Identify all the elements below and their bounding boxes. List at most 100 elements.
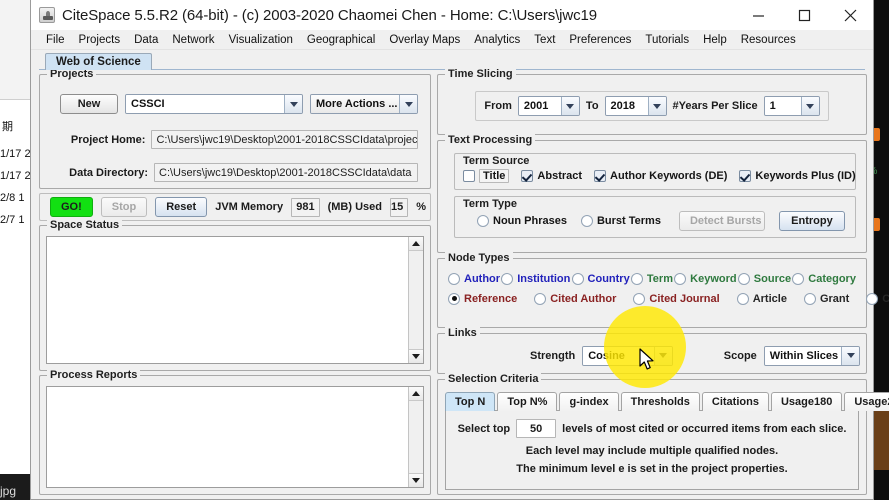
menu-item-help[interactable]: Help: [696, 32, 734, 48]
background-taskbar-label: jpg: [0, 484, 16, 498]
more-actions-label: More Actions ...: [311, 95, 399, 113]
checkbox-keywords-plus-label: Keywords Plus (ID): [755, 170, 855, 182]
stop-button[interactable]: Stop: [101, 197, 147, 217]
space-status-group: Space Status: [39, 225, 431, 371]
from-year-value: 2001: [519, 97, 561, 115]
radio-keyword[interactable]: Keyword: [674, 273, 736, 285]
radio-cited-journal[interactable]: Cited Journal: [633, 293, 719, 305]
chevron-down-icon[interactable]: [801, 97, 819, 115]
menu-item-analytics[interactable]: Analytics: [467, 32, 527, 48]
menu-item-file[interactable]: File: [39, 32, 72, 48]
scope-value: Within Slices: [765, 347, 841, 365]
more-actions-select[interactable]: More Actions ...: [310, 94, 418, 114]
checkbox-abstract[interactable]: Abstract: [521, 170, 582, 182]
process-reports-listbox[interactable]: [46, 386, 424, 488]
strength-select[interactable]: Cosine: [582, 346, 673, 366]
reset-button[interactable]: Reset: [155, 197, 207, 217]
to-year-select[interactable]: 2018: [605, 96, 667, 116]
from-year-select[interactable]: 2001: [518, 96, 580, 116]
radio-category[interactable]: Category: [792, 273, 856, 285]
menu-item-text[interactable]: Text: [527, 32, 562, 48]
time-slicing-title: Time Slicing: [445, 68, 516, 80]
menu-item-resources[interactable]: Resources: [734, 32, 803, 48]
chevron-down-icon[interactable]: [399, 95, 417, 113]
radio-article[interactable]: Article: [737, 293, 787, 305]
entropy-button[interactable]: Entropy: [779, 211, 845, 231]
tab-top-n[interactable]: Top N: [445, 392, 495, 411]
menu-item-visualization[interactable]: Visualization: [222, 32, 300, 48]
radio-dot: [737, 293, 749, 305]
tab-web-of-science[interactable]: Web of Science: [45, 53, 152, 70]
radio-burst-terms[interactable]: Burst Terms: [581, 215, 661, 227]
chevron-down-icon[interactable]: [654, 347, 672, 365]
maximize-icon[interactable]: [781, 0, 827, 30]
chevron-down-icon[interactable]: [841, 347, 859, 365]
checkbox-box: [739, 170, 751, 182]
background-explorer-row: 2/8 1: [0, 192, 24, 204]
menu-item-projects[interactable]: Projects: [72, 32, 128, 48]
radio-dot: [448, 273, 460, 285]
new-project-button[interactable]: New: [60, 94, 118, 114]
tab-citations[interactable]: Citations: [702, 392, 769, 411]
radio-dot: [738, 273, 750, 285]
radio-dot: [534, 293, 546, 305]
process-reports-scrollbar[interactable]: [408, 387, 423, 487]
menu-item-preferences[interactable]: Preferences: [562, 32, 638, 48]
menu-item-data[interactable]: Data: [127, 32, 165, 48]
menu-item-tutorials[interactable]: Tutorials: [638, 32, 696, 48]
radio-source[interactable]: Source: [738, 273, 791, 285]
tab-g-index[interactable]: g-index: [559, 392, 618, 411]
radio-grant[interactable]: Grant: [804, 293, 849, 305]
minimize-icon[interactable]: [735, 0, 781, 30]
space-status-listbox[interactable]: [46, 236, 424, 364]
chevron-down-icon[interactable]: [648, 97, 666, 115]
project-select[interactable]: CSSCI: [125, 94, 303, 114]
radio-cited-author[interactable]: Cited Author: [534, 293, 616, 305]
scroll-up-icon[interactable]: [409, 237, 423, 251]
scroll-down-icon[interactable]: [409, 473, 423, 487]
scope-select[interactable]: Within Slices: [764, 346, 860, 366]
select-top-input[interactable]: 50: [516, 419, 556, 438]
menu-item-network[interactable]: Network: [165, 32, 221, 48]
menu-item-geographical[interactable]: Geographical: [300, 32, 382, 48]
radio-cited-author-label: Cited Author: [550, 293, 616, 305]
menu-item-overlay-maps[interactable]: Overlay Maps: [382, 32, 467, 48]
radio-claim[interactable]: Claim: [866, 293, 889, 305]
node-types-row-1: Author Institution Country Term Keyword …: [448, 273, 856, 285]
space-status-scrollbar[interactable]: [408, 237, 423, 363]
radio-country[interactable]: Country: [572, 273, 630, 285]
checkbox-keywords-plus[interactable]: Keywords Plus (ID): [739, 170, 855, 182]
radio-dot: [572, 273, 584, 285]
radio-reference[interactable]: Reference: [448, 293, 517, 305]
radio-cited-journal-label: Cited Journal: [649, 293, 719, 305]
detect-bursts-button[interactable]: Detect Bursts: [679, 211, 765, 231]
tab-usage2013[interactable]: Usage2013: [844, 392, 889, 411]
close-icon[interactable]: [827, 0, 873, 30]
background-explorer-row: 1/17 2: [0, 148, 31, 160]
checkbox-author-keywords[interactable]: Author Keywords (DE): [594, 170, 727, 182]
tab-thresholds[interactable]: Thresholds: [621, 392, 700, 411]
go-button[interactable]: GO!: [50, 197, 93, 217]
project-home-field[interactable]: C:\Users\jwc19\Desktop\2001-2018CSSCIdat…: [151, 130, 418, 149]
radio-dot: [674, 273, 686, 285]
radio-term[interactable]: Term: [631, 273, 673, 285]
radio-institution[interactable]: Institution: [501, 273, 570, 285]
chevron-down-icon[interactable]: [561, 97, 579, 115]
chevron-down-icon[interactable]: [284, 95, 302, 113]
process-reports-group: Process Reports: [39, 375, 431, 495]
radio-institution-label: Institution: [517, 273, 570, 285]
term-type-subgroup: Term Type Noun Phrases Burst Terms Detec…: [454, 196, 856, 238]
years-per-slice-value: 1: [765, 97, 801, 115]
scroll-up-icon[interactable]: [409, 387, 423, 401]
checkbox-title[interactable]: Title: [463, 169, 509, 183]
time-slicing-row: From 2001 To 2018 #Years Per Slice 1: [475, 91, 828, 121]
radio-author[interactable]: Author: [448, 273, 500, 285]
scroll-down-icon[interactable]: [409, 349, 423, 363]
tab-top-n-percent[interactable]: Top N%: [497, 392, 557, 411]
selection-criteria-note-2: The minimum level e is set in the projec…: [452, 463, 852, 475]
tab-usage180[interactable]: Usage180: [771, 392, 842, 411]
years-per-slice-select[interactable]: 1: [764, 96, 820, 116]
data-directory-field[interactable]: C:\Users\jwc19\Desktop\2001-2018CSSCIdat…: [154, 163, 418, 182]
radio-grant-label: Grant: [820, 293, 849, 305]
radio-noun-phrases[interactable]: Noun Phrases: [477, 215, 567, 227]
